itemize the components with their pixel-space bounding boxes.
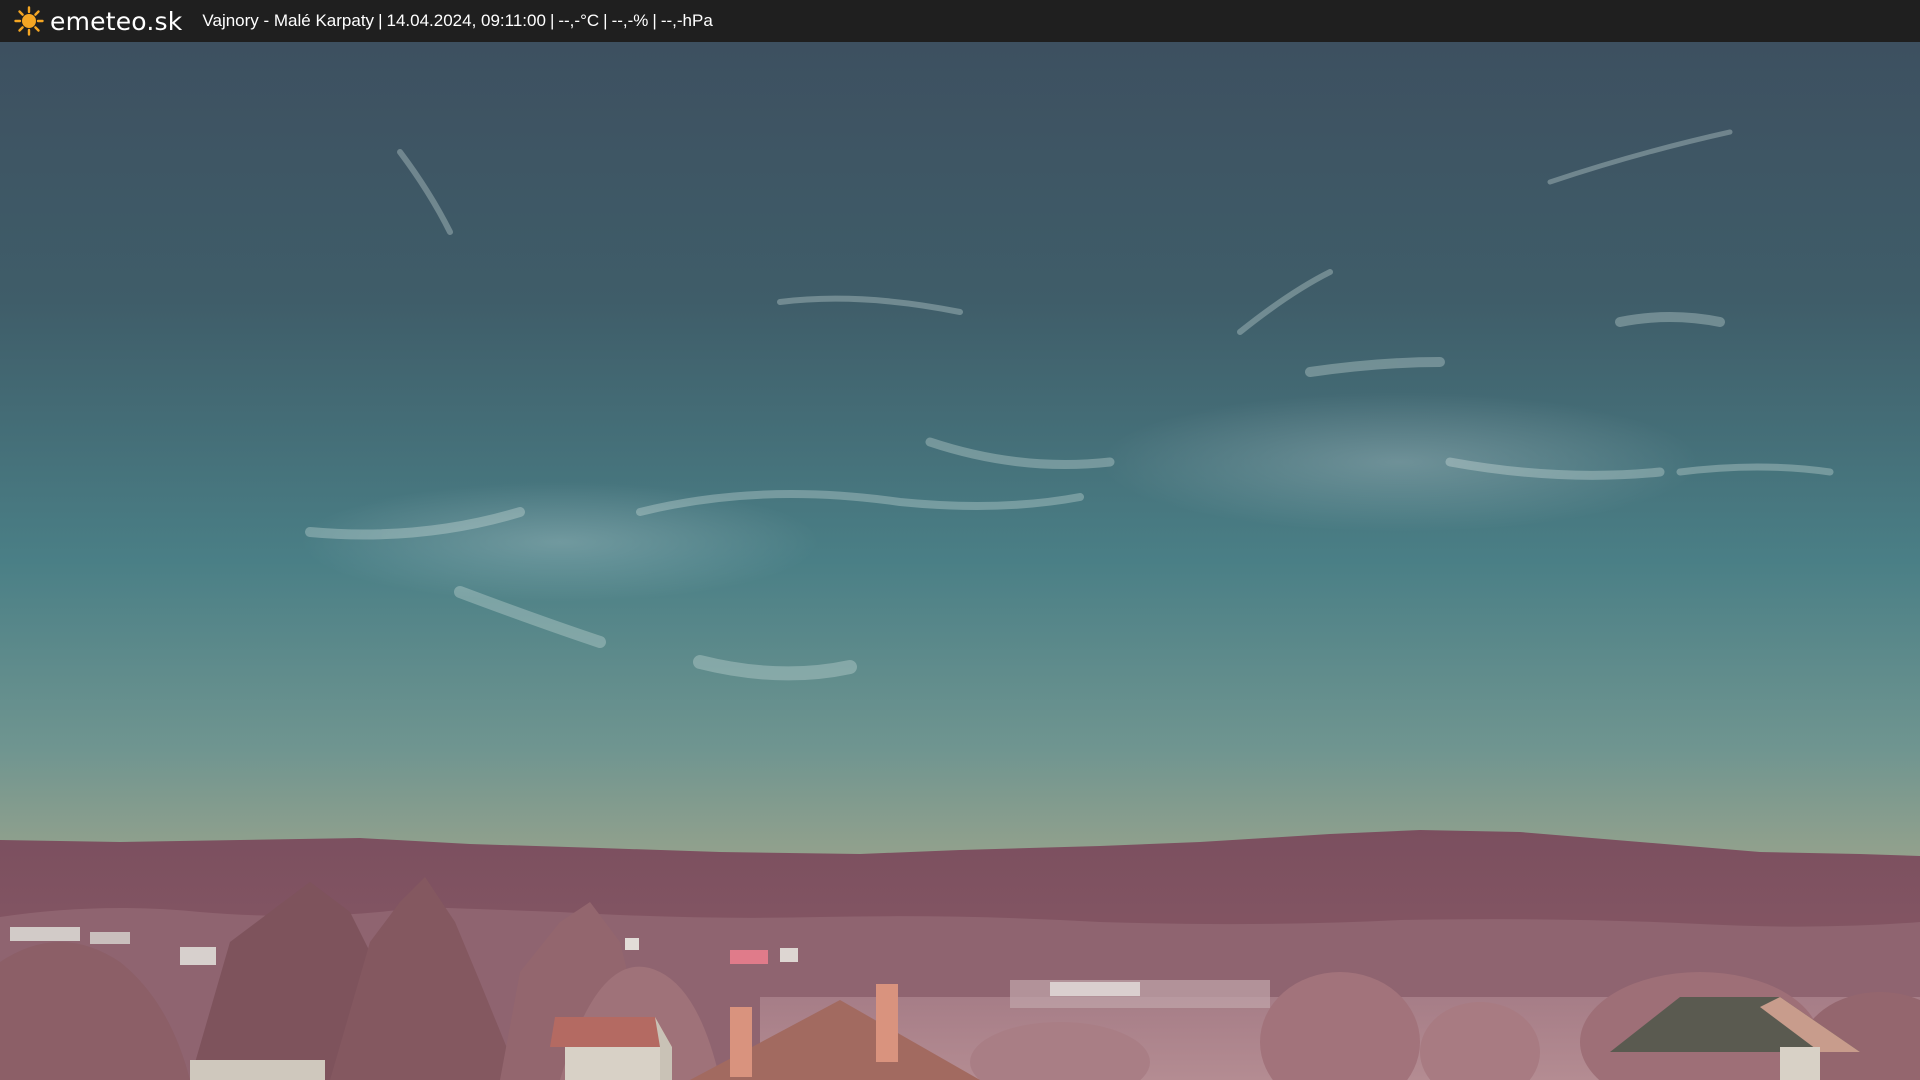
station-pressure: --,-hPa (660, 11, 713, 30)
station-temperature: --,-°C (558, 11, 600, 30)
separator: | (652, 11, 657, 30)
webcam-scene (0, 42, 1920, 1080)
webcam-image (0, 42, 1920, 1080)
station-status: Vajnory - Malé Karpaty | 14.04.2024, 09:11… (202, 11, 712, 31)
separator: | (603, 11, 608, 30)
brand-logo[interactable]: emeteo.sk (14, 6, 182, 36)
station-humidity: --,-% (611, 11, 649, 30)
separator: | (549, 11, 555, 30)
station-datetime: 14.04.2024, 09:11:00 (386, 11, 546, 30)
separator: | (378, 11, 383, 30)
house-left (550, 1017, 672, 1080)
station-location: Vajnory - Malé Karpaty (202, 11, 375, 30)
sun-icon (14, 6, 44, 36)
shed-left (190, 1060, 325, 1080)
header-bar: emeteo.sk Vajnory - Malé Karpaty | 14.04.2… (0, 0, 1920, 42)
brand-name: emeteo.sk (50, 6, 183, 36)
